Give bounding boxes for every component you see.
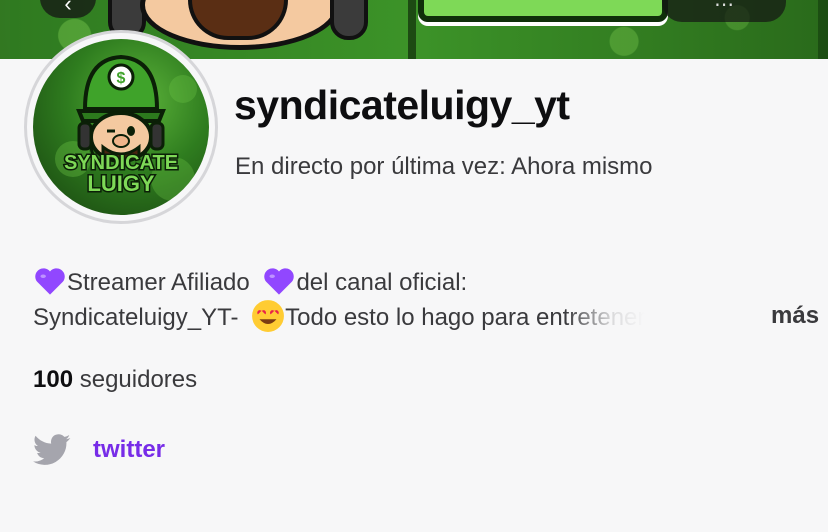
last-live-status: En directo por última vez: Ahora mismo	[235, 153, 653, 180]
bio-line-2: Syndicateluigy_YT- Todo esto lo hago par…	[33, 299, 803, 334]
bio-fade	[565, 301, 646, 334]
bio-more-link[interactable]: más	[771, 299, 819, 332]
svg-text:$: $	[117, 70, 126, 87]
channel-username: syndicateluigy_yt	[234, 82, 570, 128]
more-options-button[interactable]: ⋯	[662, 0, 786, 22]
purple-heart-icon	[35, 268, 65, 295]
banner-divider	[408, 0, 416, 59]
bio-text-1: Streamer Afiliado	[67, 269, 250, 296]
avatar-text-bottom: LUIGY	[87, 171, 155, 196]
bio-text-3: Syndicateluigy_YT-	[33, 304, 239, 331]
banner-logo	[418, 0, 668, 22]
heart-eyes-emoji-icon	[252, 300, 285, 332]
banner-headset-right	[330, 0, 368, 40]
twitter-icon	[33, 434, 71, 465]
social-link-twitter[interactable]: twitter	[33, 432, 165, 468]
bio-text-2: del canal oficial:	[296, 269, 468, 296]
bio-truncated-text: Todo esto lo hago para entretener	[285, 301, 646, 334]
followers-count: 100 seguidores	[33, 366, 197, 394]
twitter-link-label[interactable]: twitter	[93, 436, 165, 464]
chevron-left-icon: ‹	[64, 0, 72, 16]
avatar-image: $ SYNDICATE LUIGY	[55, 54, 197, 201]
followers-number: 100	[33, 366, 74, 393]
more-icon: ⋯	[714, 0, 734, 16]
purple-heart-icon	[264, 268, 295, 295]
channel-bio: Streamer Afiliado del canal oficial: Syn…	[33, 266, 819, 334]
avatar[interactable]: $ SYNDICATE LUIGY	[33, 39, 209, 215]
followers-label: seguidores	[79, 366, 198, 393]
bio-line-1: Streamer Afiliado del canal oficial:	[33, 266, 803, 299]
